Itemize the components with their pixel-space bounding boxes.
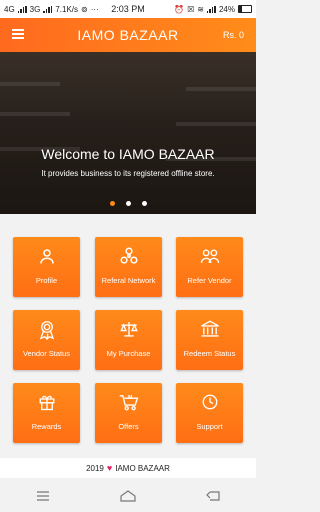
- clock-icon: [176, 393, 243, 413]
- status-bar: 4G 3G 7.1K/s ⊚ ··· 2:03 PM ⏰ ☒ ≋ 24%: [0, 0, 256, 18]
- carousel-dot-2[interactable]: [125, 201, 131, 206]
- back-nav-button[interactable]: [201, 488, 225, 504]
- footer: 2019 ♥ IAMO BAZAAR: [0, 458, 256, 478]
- banner-title: Welcome to IAMO BAZAAR: [41, 146, 215, 162]
- banner-subtitle: It provides business to its registered o…: [41, 169, 215, 178]
- more-indicator: ···: [90, 4, 99, 14]
- app-title: IAMO BAZAAR: [77, 27, 179, 43]
- tile-label: Profile: [35, 276, 58, 285]
- tile-my-purchase[interactable]: My Purchase: [95, 310, 162, 370]
- tile-offers[interactable]: Offers: [95, 383, 162, 443]
- battery-icon: [238, 5, 252, 13]
- tile-label: Redeem Status: [183, 349, 236, 358]
- tile-redeem-status[interactable]: Redeem Status: [176, 310, 243, 370]
- alarm-icon: ⏰: [174, 4, 185, 14]
- tile-profile[interactable]: Profile: [13, 237, 80, 297]
- app-bar: IAMO BAZAAR Rs. 0: [0, 18, 256, 52]
- home-nav-button[interactable]: [116, 488, 140, 504]
- people-icon: [176, 247, 243, 267]
- tile-vendor-status[interactable]: Vendor Status: [13, 310, 80, 370]
- carousel-dot-1[interactable]: [109, 201, 115, 206]
- menu-lines-icon: [36, 491, 49, 501]
- tile-refer-vendor[interactable]: Refer Vendor: [176, 237, 243, 297]
- menu-nav-button[interactable]: [31, 488, 55, 504]
- balance-label[interactable]: Rs. 0: [223, 30, 244, 40]
- badge-icon: [13, 320, 80, 340]
- gift-icon: [13, 393, 80, 413]
- tile-support[interactable]: Support: [176, 383, 243, 443]
- tile-label: Vendor Status: [22, 349, 71, 358]
- heart-icon: ♥: [106, 463, 113, 473]
- cart-icon: [95, 393, 162, 413]
- battery-percent: 24%: [218, 4, 235, 14]
- footer-year: 2019: [86, 463, 104, 473]
- system-nav-bar: [0, 480, 256, 512]
- home-icon: [120, 490, 136, 502]
- person-icon: [13, 247, 80, 267]
- network-icon: [95, 247, 162, 267]
- tile-label: Offers: [118, 422, 139, 431]
- network-type-1: 4G: [4, 4, 15, 14]
- back-icon: [206, 491, 220, 501]
- scale-icon: [95, 320, 162, 340]
- signal-icon: [17, 5, 27, 13]
- bank-icon: [176, 320, 243, 340]
- carousel-dot-3[interactable]: [141, 201, 147, 206]
- carousel-indicator: [0, 201, 256, 206]
- signal-icon-2: [43, 5, 53, 13]
- tile-label: Rewards: [31, 422, 62, 431]
- tile-rewards[interactable]: Rewards: [13, 383, 80, 443]
- signal-icon-3: [206, 5, 216, 13]
- hotspot-icon: ⊚: [81, 4, 88, 14]
- tile-label: Referal Network: [101, 276, 156, 285]
- footer-brand: IAMO BAZAAR: [115, 463, 170, 473]
- wifi-icon: ≋: [197, 4, 204, 14]
- tile-referal-network[interactable]: Referal Network: [95, 237, 162, 297]
- tile-label: Refer Vendor: [187, 276, 232, 285]
- tile-label: Support: [196, 422, 223, 431]
- tile-label: My Purchase: [106, 349, 151, 358]
- banner-carousel[interactable]: Welcome to IAMO BAZAAR It provides busin…: [0, 52, 256, 214]
- network-type-2: 3G: [29, 4, 41, 14]
- silent-icon: ☒: [187, 4, 195, 14]
- network-speed: 7.1K/s: [55, 4, 79, 14]
